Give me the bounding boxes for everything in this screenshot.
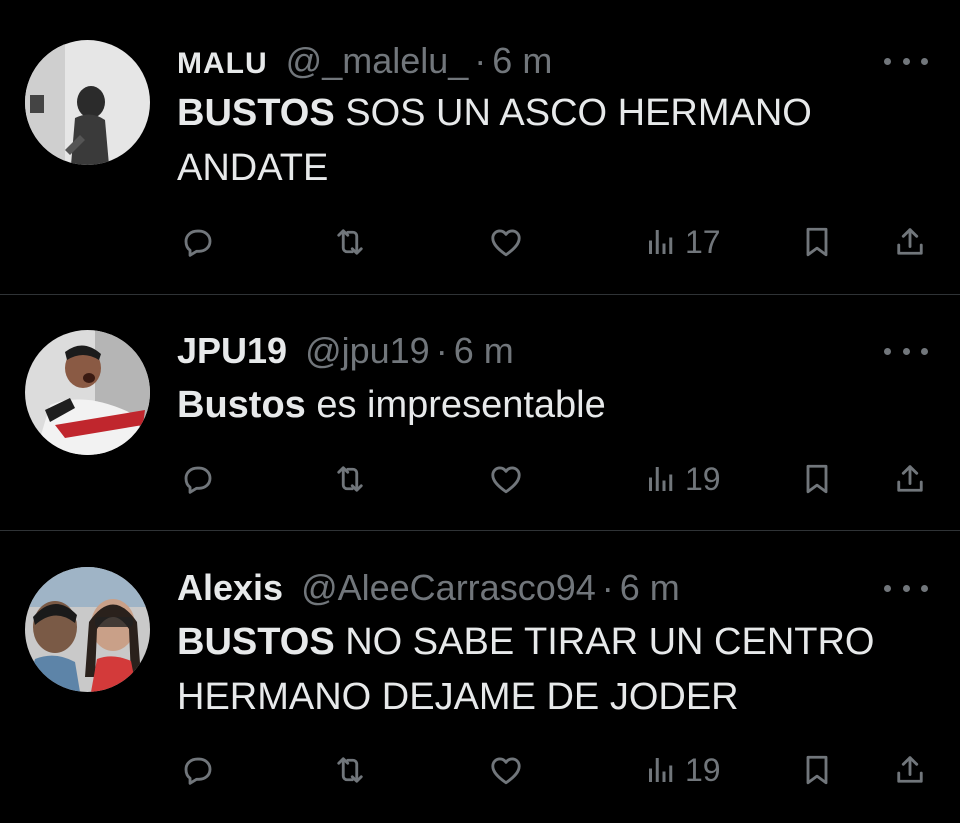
bookmark-icon: [799, 752, 835, 788]
retweet-icon: [332, 224, 368, 260]
tweet[interactable]: Alexis @AleeCarrasco94 · 6 m BUSTOS NO S…: [0, 531, 960, 823]
views-count: 17: [685, 223, 721, 260]
share-button[interactable]: [892, 748, 928, 792]
retweet-icon: [332, 752, 368, 788]
display-name[interactable]: Alexis: [177, 567, 283, 609]
tweet-text: BUSTOS NO SABE TIRAR UN CENTRO HERMANO D…: [177, 615, 937, 725]
tweet-actions: 19: [0, 457, 960, 501]
timestamp[interactable]: 6 m: [620, 567, 680, 609]
more-icon[interactable]: [884, 341, 928, 361]
like-icon: [488, 224, 524, 260]
bookmark-button[interactable]: [799, 748, 835, 792]
tweet[interactable]: JPU19 @jpu19 · 6 m Bustos es impresentab…: [0, 295, 960, 530]
views-count: 19: [685, 460, 721, 497]
retweet-icon: [332, 461, 368, 497]
display-name[interactable]: MALU: [177, 47, 268, 81]
timeline-feed: MALU @_malelu_ · 6 m BUSTOS SOS UN ASCO …: [0, 0, 960, 823]
reply-button[interactable]: [180, 748, 216, 792]
avatar[interactable]: [25, 330, 150, 455]
views-button[interactable]: 19: [643, 457, 721, 501]
avatar[interactable]: [25, 567, 150, 692]
more-icon[interactable]: [884, 51, 928, 71]
share-icon: [892, 752, 928, 788]
handle[interactable]: @jpu19: [305, 330, 430, 372]
tweet-text-bold: BUSTOS: [177, 621, 335, 663]
views-icon: [643, 461, 679, 497]
reply-icon: [180, 461, 216, 497]
tweet[interactable]: MALU @_malelu_ · 6 m BUSTOS SOS UN ASCO …: [0, 0, 960, 294]
reply-icon: [180, 752, 216, 788]
bookmark-icon: [799, 224, 835, 260]
tweet-header: JPU19 @jpu19 · 6 m: [177, 330, 514, 372]
timestamp[interactable]: 6 m: [454, 330, 514, 372]
tweet-text-bold: Bustos: [177, 384, 306, 426]
bookmark-button[interactable]: [799, 457, 835, 501]
like-button[interactable]: [488, 220, 524, 264]
views-icon: [643, 752, 679, 788]
reply-button[interactable]: [180, 457, 216, 501]
handle[interactable]: @_malelu_: [286, 40, 469, 82]
tweet-text: Bustos es impresentable: [177, 378, 937, 433]
share-button[interactable]: [892, 457, 928, 501]
bookmark-icon: [799, 461, 835, 497]
like-button[interactable]: [488, 748, 524, 792]
like-icon: [488, 461, 524, 497]
tweet-header: MALU @_malelu_ · 6 m: [177, 40, 552, 82]
views-button[interactable]: 19: [643, 748, 721, 792]
tweet-header: Alexis @AleeCarrasco94 · 6 m: [177, 567, 680, 609]
tweet-actions: 17: [0, 220, 960, 264]
reply-button[interactable]: [180, 220, 216, 264]
display-name[interactable]: JPU19: [177, 330, 287, 372]
reply-icon: [180, 224, 216, 260]
retweet-button[interactable]: [332, 457, 368, 501]
tweet-text-bold: BUSTOS: [177, 92, 335, 134]
tweet-text: BUSTOS SOS UN ASCO HERMANO ANDATE: [177, 86, 937, 196]
retweet-button[interactable]: [332, 220, 368, 264]
tweet-actions: 19: [0, 748, 960, 792]
handle[interactable]: @AleeCarrasco94: [301, 567, 596, 609]
share-button[interactable]: [892, 220, 928, 264]
like-button[interactable]: [488, 457, 524, 501]
separator: ·: [601, 567, 614, 608]
separator: ·: [435, 330, 448, 371]
share-icon: [892, 461, 928, 497]
avatar[interactable]: [25, 40, 150, 165]
like-icon: [488, 752, 524, 788]
more-icon[interactable]: [884, 578, 928, 598]
views-button[interactable]: 17: [643, 220, 721, 264]
views-count: 19: [685, 751, 721, 788]
share-icon: [892, 224, 928, 260]
timestamp[interactable]: 6 m: [492, 40, 552, 82]
views-icon: [643, 224, 679, 260]
retweet-button[interactable]: [332, 748, 368, 792]
separator: ·: [474, 40, 487, 81]
tweet-text-rest: es impresentable: [305, 384, 606, 426]
bookmark-button[interactable]: [799, 220, 835, 264]
